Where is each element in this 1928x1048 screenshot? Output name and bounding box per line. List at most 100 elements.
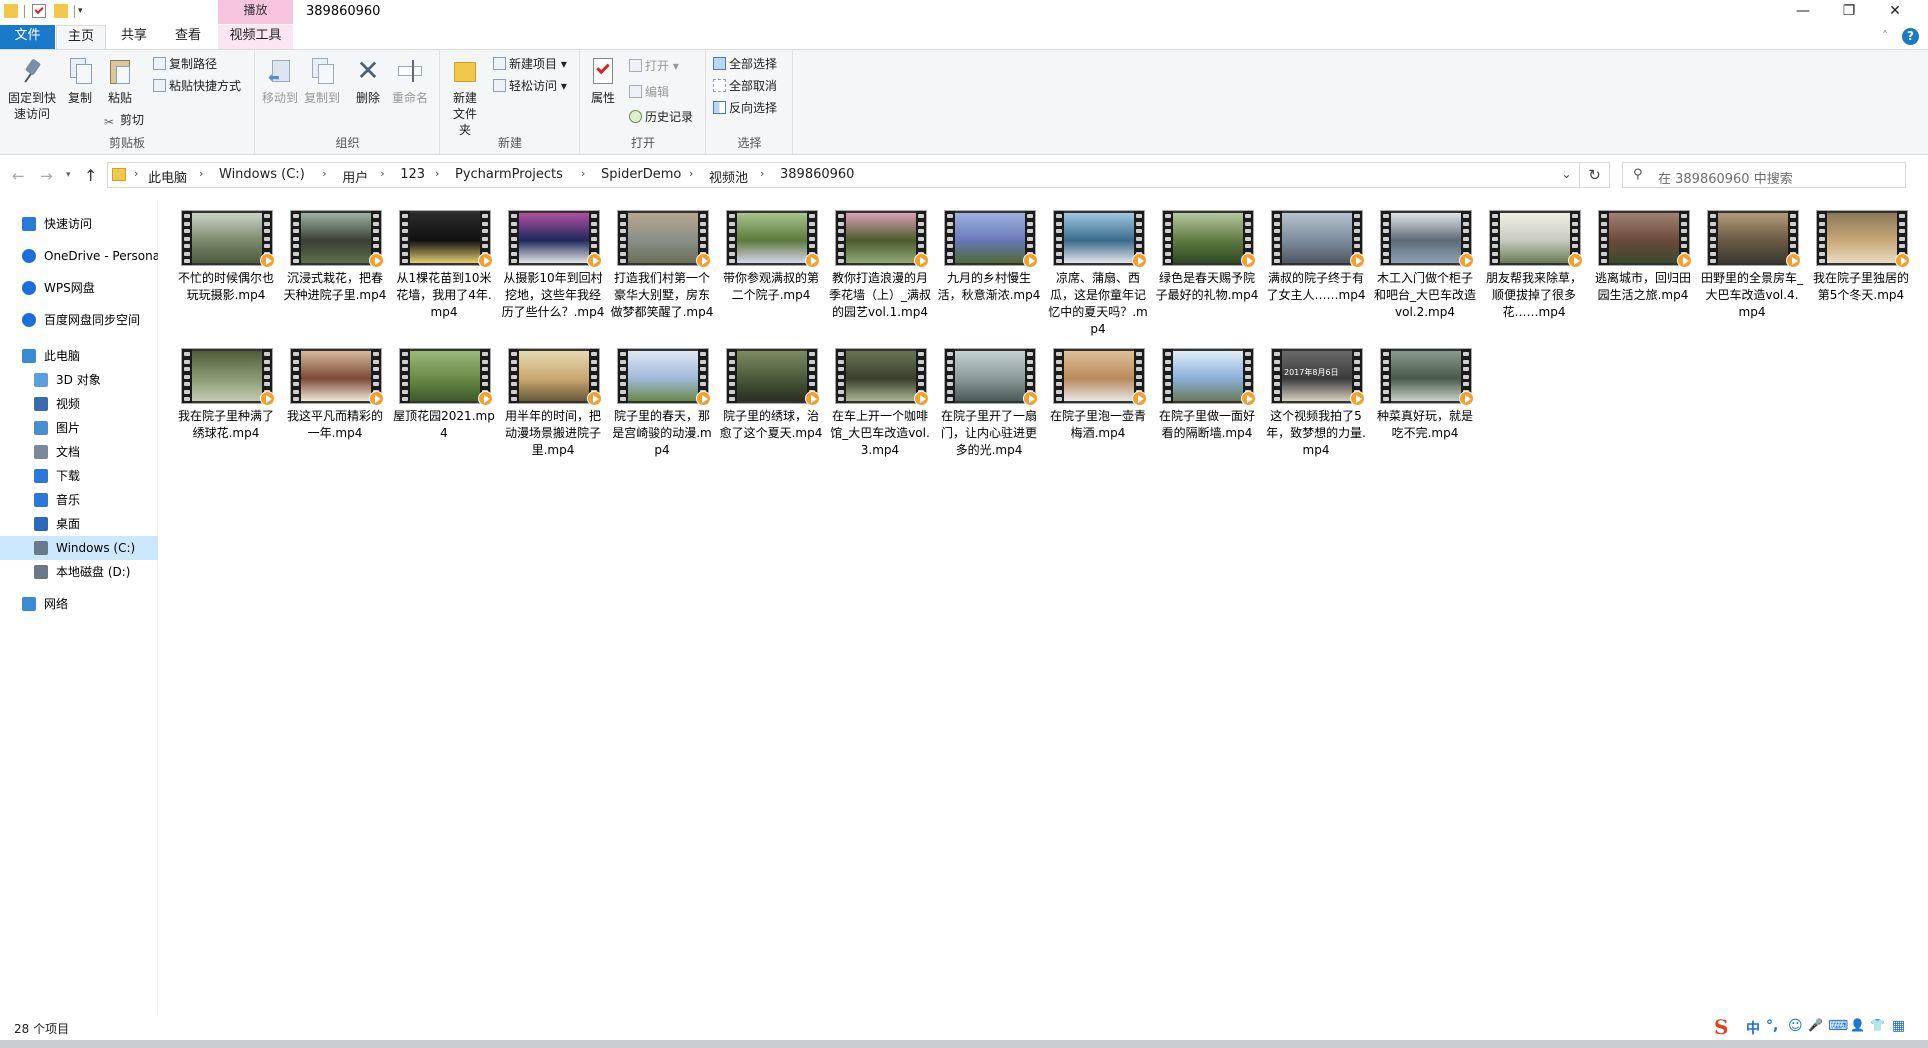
- breadcrumb-item[interactable]: 用户: [342, 167, 368, 186]
- move-to-button[interactable]: ⬅ 移动到: [260, 56, 300, 106]
- file-item[interactable]: 凉席、蒲扇、西瓜，这是你童年记忆中的夏天吗？.mp4: [1044, 200, 1148, 336]
- nav-item[interactable]: 百度网盘同步空间: [0, 308, 158, 332]
- file-item[interactable]: 从1棵花苗到10米花墙，我用了4年.mp4: [390, 200, 494, 332]
- easy-access-button[interactable]: 轻松访问 ▾: [493, 76, 567, 96]
- breadcrumb-item[interactable]: PycharmProjects: [455, 167, 563, 182]
- nav-item[interactable]: Windows (C:): [0, 536, 158, 560]
- breadcrumb-item[interactable]: 视频池: [709, 167, 748, 186]
- keyboard-icon[interactable]: ⌨: [1828, 1018, 1848, 1034]
- nav-item[interactable]: 此电脑: [0, 344, 158, 368]
- file-item[interactable]: 在院子里开了一扇门，让内心驻进更多的光.mp4: [935, 338, 1039, 470]
- new-folder-button[interactable]: 新建文件夹: [445, 56, 485, 138]
- open-button[interactable]: 打开 ▾: [629, 56, 679, 76]
- file-item[interactable]: 教你打造浪漫的月季花墙（上）_满叔的园艺vol.1.mp4: [826, 200, 931, 332]
- properties-check-icon[interactable]: [32, 4, 46, 18]
- breadcrumb-chevron-icon[interactable]: ›: [380, 167, 384, 180]
- copy-path-button[interactable]: 复制路径: [153, 54, 217, 74]
- select-all-button[interactable]: 全部选择: [713, 54, 777, 74]
- file-item[interactable]: 不忙的时候偶尔也玩玩摄影.mp4: [172, 200, 276, 332]
- copy-to-button[interactable]: 复制到: [302, 56, 342, 106]
- rename-button[interactable]: 重命名: [390, 56, 430, 106]
- nav-item[interactable]: 3D 对象: [0, 368, 158, 392]
- nav-item[interactable]: WPS网盘: [0, 276, 158, 300]
- breadcrumb-item[interactable]: 此电脑: [148, 167, 187, 186]
- nav-item[interactable]: 文档: [0, 440, 158, 464]
- delete-button[interactable]: ✕ 删除: [352, 56, 384, 106]
- breadcrumb-chevron-icon[interactable]: ›: [760, 167, 764, 180]
- address-bar[interactable]: › 此电脑 › Windows (C:) › 用户 › 123 › PycharmProject…: [107, 162, 1580, 188]
- recent-locations-chevron-icon[interactable]: ▾: [66, 170, 71, 180]
- history-button[interactable]: 历史记录: [629, 107, 693, 127]
- file-item[interactable]: 打造我们村第一个豪华大别墅，房东做梦都笑醒了.mp4: [608, 200, 713, 332]
- breadcrumb-chevron-icon[interactable]: ›: [689, 167, 693, 180]
- close-button[interactable]: ✕: [1872, 0, 1918, 25]
- user-icon[interactable]: 👤: [1850, 1018, 1865, 1032]
- copy-button[interactable]: 复制: [62, 56, 98, 106]
- nav-item[interactable]: 本地磁盘 (D:): [0, 560, 158, 584]
- file-item[interactable]: 九月的乡村慢生活，秋意渐浓.mp4: [935, 200, 1040, 332]
- file-item[interactable]: 逃离城市，回归田园生活之旅.mp4: [1589, 200, 1693, 332]
- sogou-logo-icon[interactable]: S: [1714, 1015, 1740, 1039]
- file-item[interactable]: 在院子里做一面好看的隔断墙.mp4: [1153, 338, 1257, 470]
- breadcrumb-item[interactable]: SpiderDemo: [601, 167, 681, 182]
- tab-share[interactable]: 共享: [108, 25, 160, 49]
- nav-item[interactable]: 下载: [0, 464, 158, 488]
- file-item[interactable]: 沉浸式栽花，把春天种进院子里.mp4: [281, 200, 386, 332]
- search-box[interactable]: ⚲ 在 389860960 中搜索: [1622, 162, 1906, 188]
- up-arrow-icon[interactable]: ↑: [84, 166, 97, 185]
- ime-language-toggle[interactable]: 中: [1746, 1018, 1760, 1038]
- forward-arrow-icon[interactable]: →: [40, 167, 53, 185]
- edit-button[interactable]: 编辑: [629, 82, 669, 102]
- file-item[interactable]: 在车上开一个咖啡馆_大巴车改造vol.3.mp4: [826, 338, 930, 470]
- file-item[interactable]: 绿色是春天赐予院子最好的礼物.mp4: [1153, 200, 1258, 332]
- file-item[interactable]: 从摄影10年到回村挖地，这些年我经历了些什么？.mp4: [499, 200, 604, 332]
- file-item[interactable]: 我在院子里独居的第5个冬天.mp4: [1807, 200, 1911, 332]
- customize-quick-access-icon[interactable]: ▾: [78, 4, 88, 18]
- nav-item[interactable]: 视频: [0, 392, 158, 416]
- properties-button[interactable]: 属性: [585, 56, 621, 106]
- nav-item[interactable]: 桌面: [0, 512, 158, 536]
- emoji-icon[interactable]: ☺: [1788, 1018, 1803, 1034]
- paste-button[interactable]: 粘贴: [102, 56, 138, 106]
- file-item[interactable]: 用半年的时间，把动漫场景搬进院子里.mp4: [499, 338, 603, 470]
- tab-home[interactable]: 主页: [56, 25, 106, 49]
- file-item[interactable]: 田野里的全景房车_大巴车改造vol.4.mp4: [1698, 200, 1803, 332]
- address-history-chevron-icon[interactable]: ⌄: [1553, 163, 1579, 187]
- breadcrumb-chevron-icon[interactable]: ›: [199, 167, 203, 180]
- cut-button[interactable]: ✂ 剪切: [104, 110, 144, 130]
- restore-button[interactable]: ❐: [1826, 0, 1872, 25]
- nav-item[interactable]: 快速访问: [0, 212, 158, 236]
- ime-punctuation-toggle[interactable]: °,: [1766, 1018, 1778, 1034]
- help-icon[interactable]: ?: [1902, 28, 1919, 45]
- file-item[interactable]: 我这平凡而精彩的一年.mp4: [281, 338, 385, 470]
- breadcrumb-item[interactable]: 123: [400, 167, 425, 182]
- tab-file[interactable]: 文件: [0, 25, 55, 49]
- file-item[interactable]: 在院子里泡一壶青梅酒.mp4: [1044, 338, 1148, 470]
- file-item[interactable]: 我在院子里种满了绣球花.mp4: [172, 338, 276, 470]
- microphone-icon[interactable]: 🎤: [1808, 1018, 1823, 1032]
- file-item[interactable]: 满叔的院子终于有了女主人……mp4: [1262, 200, 1366, 332]
- tab-view[interactable]: 查看: [162, 25, 214, 49]
- refresh-button[interactable]: ↻: [1580, 162, 1610, 188]
- breadcrumb-item[interactable]: Windows (C:): [219, 167, 305, 182]
- breadcrumb-chevron-icon[interactable]: ›: [581, 167, 585, 180]
- select-none-button[interactable]: 全部取消: [713, 76, 777, 96]
- pin-to-quick-access-button[interactable]: 固定到快速访问: [4, 56, 60, 122]
- toolbox-grid-icon[interactable]: ▦: [1892, 1018, 1905, 1034]
- nav-item[interactable]: OneDrive - Personal: [0, 244, 158, 268]
- breadcrumb-chevron-icon[interactable]: ›: [435, 167, 439, 180]
- minimize-button[interactable]: —: [1780, 0, 1826, 25]
- file-item[interactable]: 木工入门做个柜子和吧台_大巴车改造vol.2.mp4: [1371, 200, 1476, 332]
- file-item[interactable]: 2017年8月6日 这个视频我拍了5年，致梦想的力量.mp4: [1262, 338, 1366, 470]
- skin-shirt-icon[interactable]: 👕: [1870, 1018, 1885, 1032]
- tab-video-tools[interactable]: 视频工具: [218, 25, 293, 49]
- file-item[interactable]: 院子里的绣球，治愈了这个夏天.mp4: [717, 338, 822, 470]
- paste-shortcut-button[interactable]: 粘贴快捷方式: [153, 76, 241, 96]
- collapse-ribbon-icon[interactable]: ˄: [1882, 29, 1888, 43]
- file-item[interactable]: 院子里的春天，那是宫崎骏的动漫.mp4: [608, 338, 712, 470]
- new-item-button[interactable]: 新建项目 ▾: [493, 54, 567, 74]
- breadcrumb-item[interactable]: 389860960: [780, 167, 854, 182]
- nav-item[interactable]: 网络: [0, 592, 158, 616]
- invert-selection-button[interactable]: 反向选择: [713, 98, 777, 118]
- nav-item[interactable]: 音乐: [0, 488, 158, 512]
